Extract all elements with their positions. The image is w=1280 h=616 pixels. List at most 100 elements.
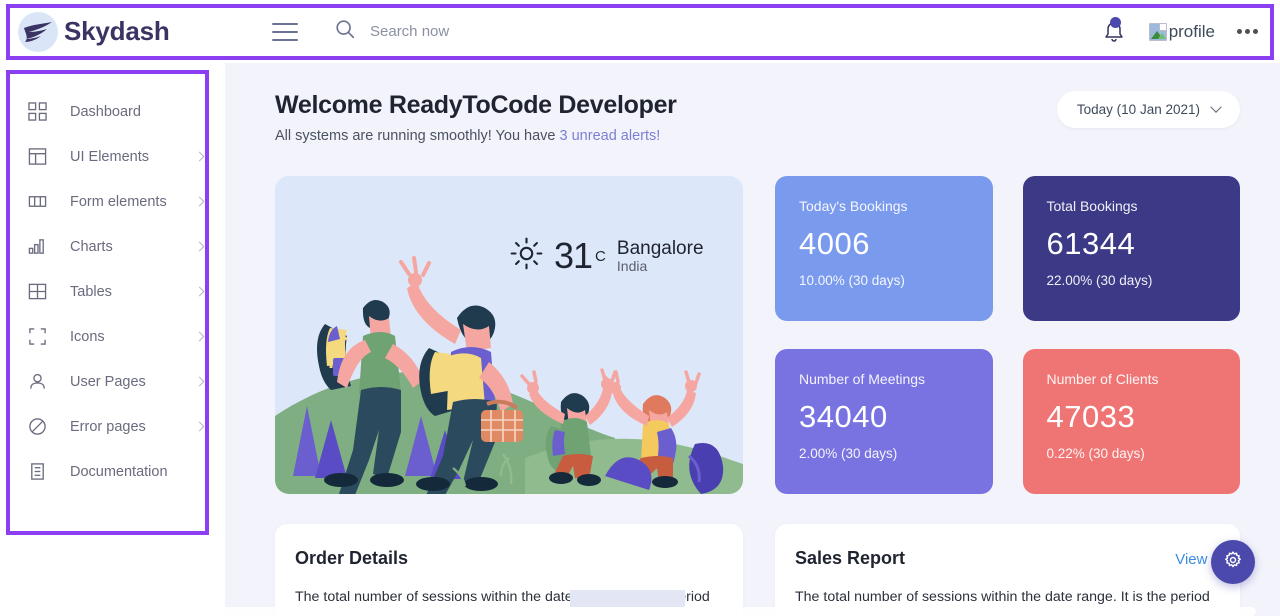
panel-header: Order Details — [295, 548, 723, 569]
header-actions: profile — [1101, 16, 1280, 47]
weather-temperature: 31 — [554, 235, 593, 276]
horizontal-scrollbar[interactable] — [136, 607, 1256, 616]
chevron-right-icon — [194, 196, 205, 207]
sidebar-item-form-elements[interactable]: Form elements — [0, 179, 225, 224]
stat-title: Number of Meetings — [799, 371, 926, 387]
sidebar-item-label: Error pages — [70, 418, 146, 435]
sales-report-panel: Sales Report View a The total number of … — [775, 524, 1240, 616]
notification-badge-dot — [1109, 16, 1121, 28]
columns-icon — [26, 191, 48, 213]
weather-widget: 31 C Bangalore India — [510, 235, 704, 277]
weather-country: India — [616, 257, 648, 274]
sidebar-item-label: Icons — [70, 328, 105, 345]
hamburger-icon[interactable] — [272, 22, 298, 41]
stat-title: Today's Bookings — [799, 198, 908, 214]
search-icon — [334, 18, 356, 45]
chevron-right-icon — [194, 151, 205, 162]
family-hiking-illustration: 31 C Bangalore India — [275, 176, 743, 494]
chevron-right-icon — [194, 421, 205, 432]
stat-delta: 22.00% (30 days) — [1046, 273, 1153, 288]
stat-value: 61344 — [1046, 226, 1136, 261]
stat-card-number-of-meetings[interactable]: Number of Meetings 34040 2.00% (30 days) — [775, 349, 993, 494]
chevron-down-icon — [1210, 101, 1222, 113]
notification-bell-icon[interactable] — [1101, 16, 1127, 47]
sidebar-item-user-pages[interactable]: User Pages — [0, 359, 225, 404]
sidebar-item-dashboard[interactable]: Dashboard — [0, 89, 225, 134]
chevron-right-icon — [194, 376, 205, 387]
weather-city: Bangalore — [616, 237, 704, 259]
search-input[interactable] — [370, 23, 730, 40]
bar-chart-icon — [26, 236, 48, 258]
page-subtitle: All systems are running smoothly! You ha… — [275, 128, 677, 144]
chevron-right-icon — [194, 286, 205, 297]
search-area[interactable] — [334, 18, 1101, 45]
user-icon — [26, 371, 48, 393]
profile-avatar[interactable]: profile — [1148, 21, 1215, 42]
sidebar-item-label: UI Elements — [70, 148, 149, 165]
profile-alt-text: profile — [1168, 21, 1215, 41]
app-root: Skydash Search now profile Dashboard UI … — [0, 0, 1280, 616]
sidebar-item-label: User Pages — [70, 373, 146, 390]
stat-title: Total Bookings — [1046, 198, 1138, 214]
ban-circle-icon — [26, 416, 48, 438]
date-filter-label: Today (10 Jan 2021) — [1076, 102, 1200, 117]
stat-title: Number of Clients — [1046, 371, 1159, 387]
layout-panel-icon — [26, 146, 48, 168]
sidebar-item-label: Form elements — [70, 193, 167, 210]
stats-column: Today's Bookings 4006 10.00% (30 days) T… — [775, 176, 1240, 494]
document-icon — [26, 461, 48, 483]
broken-image-icon — [1148, 22, 1167, 41]
bird-wing-logo — [18, 11, 58, 52]
grid-squares-icon — [26, 101, 48, 123]
stat-value: 47033 — [1046, 399, 1136, 434]
panel-title: Sales Report — [795, 548, 906, 568]
dashboard-grid: 31 C Bangalore India Today's Bookings 40… — [275, 176, 1240, 494]
panel-title: Order Details — [295, 548, 409, 568]
table-grid-icon — [26, 281, 48, 303]
brand-logo-area[interactable]: Skydash — [0, 11, 225, 52]
stat-delta: 2.00% (30 days) — [799, 446, 898, 461]
unread-alerts-link[interactable]: 3 unread alerts! — [560, 128, 661, 144]
stat-value: 4006 — [799, 226, 870, 261]
bottom-panels-row: Order Details The total number of sessio… — [275, 524, 1240, 616]
corners-icon — [26, 326, 48, 348]
scroll-thumb-hint — [570, 590, 685, 607]
stats-row-bottom: Number of Meetings 34040 2.00% (30 days)… — [775, 349, 1240, 494]
main-content: Welcome ReadyToCode Developer All system… — [225, 63, 1280, 616]
weather-location: Bangalore India — [617, 238, 704, 275]
stat-delta: 10.00% (30 days) — [799, 273, 905, 288]
chevron-right-icon — [194, 331, 205, 342]
sidebar-item-label: Charts — [70, 238, 113, 255]
sidebar-item-charts[interactable]: Charts — [0, 224, 225, 269]
panel-header: Sales Report View a — [795, 548, 1220, 569]
sidebar-item-ui-elements[interactable]: UI Elements — [0, 134, 225, 179]
chevron-right-icon — [194, 241, 205, 252]
stat-card-number-of-clients[interactable]: Number of Clients 47033 0.22% (30 days) — [1022, 349, 1240, 494]
top-header: Skydash Search now profile — [0, 0, 1280, 63]
stat-card-total-bookings[interactable]: Total Bookings 61344 22.00% (30 days) — [1022, 176, 1240, 321]
sidebar-nav: Dashboard UI Elements Form elements Char… — [0, 63, 225, 616]
welcome-row: Welcome ReadyToCode Developer All system… — [275, 91, 1240, 144]
weather-unit: C — [595, 247, 606, 265]
date-filter-dropdown[interactable]: Today (10 Jan 2021) — [1056, 91, 1240, 128]
sidebar-item-error-pages[interactable]: Error pages — [0, 404, 225, 449]
sidebar-item-documentation[interactable]: Documentation — [0, 449, 225, 494]
sidebar-item-label: Tables — [70, 283, 112, 300]
stat-delta: 0.22% (30 days) — [1046, 446, 1145, 461]
page-title: Welcome ReadyToCode Developer — [275, 91, 677, 119]
stat-card-todays-bookings[interactable]: Today's Bookings 4006 10.00% (30 days) — [775, 176, 993, 321]
stats-row-top: Today's Bookings 4006 10.00% (30 days) T… — [775, 176, 1240, 321]
welcome-text-block: Welcome ReadyToCode Developer All system… — [275, 91, 677, 144]
sidebar-item-tables[interactable]: Tables — [0, 269, 225, 314]
more-horizontal-icon[interactable] — [1237, 29, 1258, 34]
sidebar-item-label: Documentation — [70, 463, 168, 480]
stat-value: 34040 — [799, 399, 888, 434]
subtitle-text: All systems are running smoothly! You ha… — [275, 128, 560, 144]
sun-icon — [510, 237, 543, 275]
gear-icon — [1223, 550, 1243, 575]
sidebar-item-icons[interactable]: Icons — [0, 314, 225, 359]
settings-fab-button[interactable] — [1211, 540, 1255, 584]
panel-description: The total number of sessions within the … — [795, 589, 1210, 605]
sidebar-item-label: Dashboard — [70, 103, 141, 120]
brand-name: Skydash — [64, 16, 170, 46]
